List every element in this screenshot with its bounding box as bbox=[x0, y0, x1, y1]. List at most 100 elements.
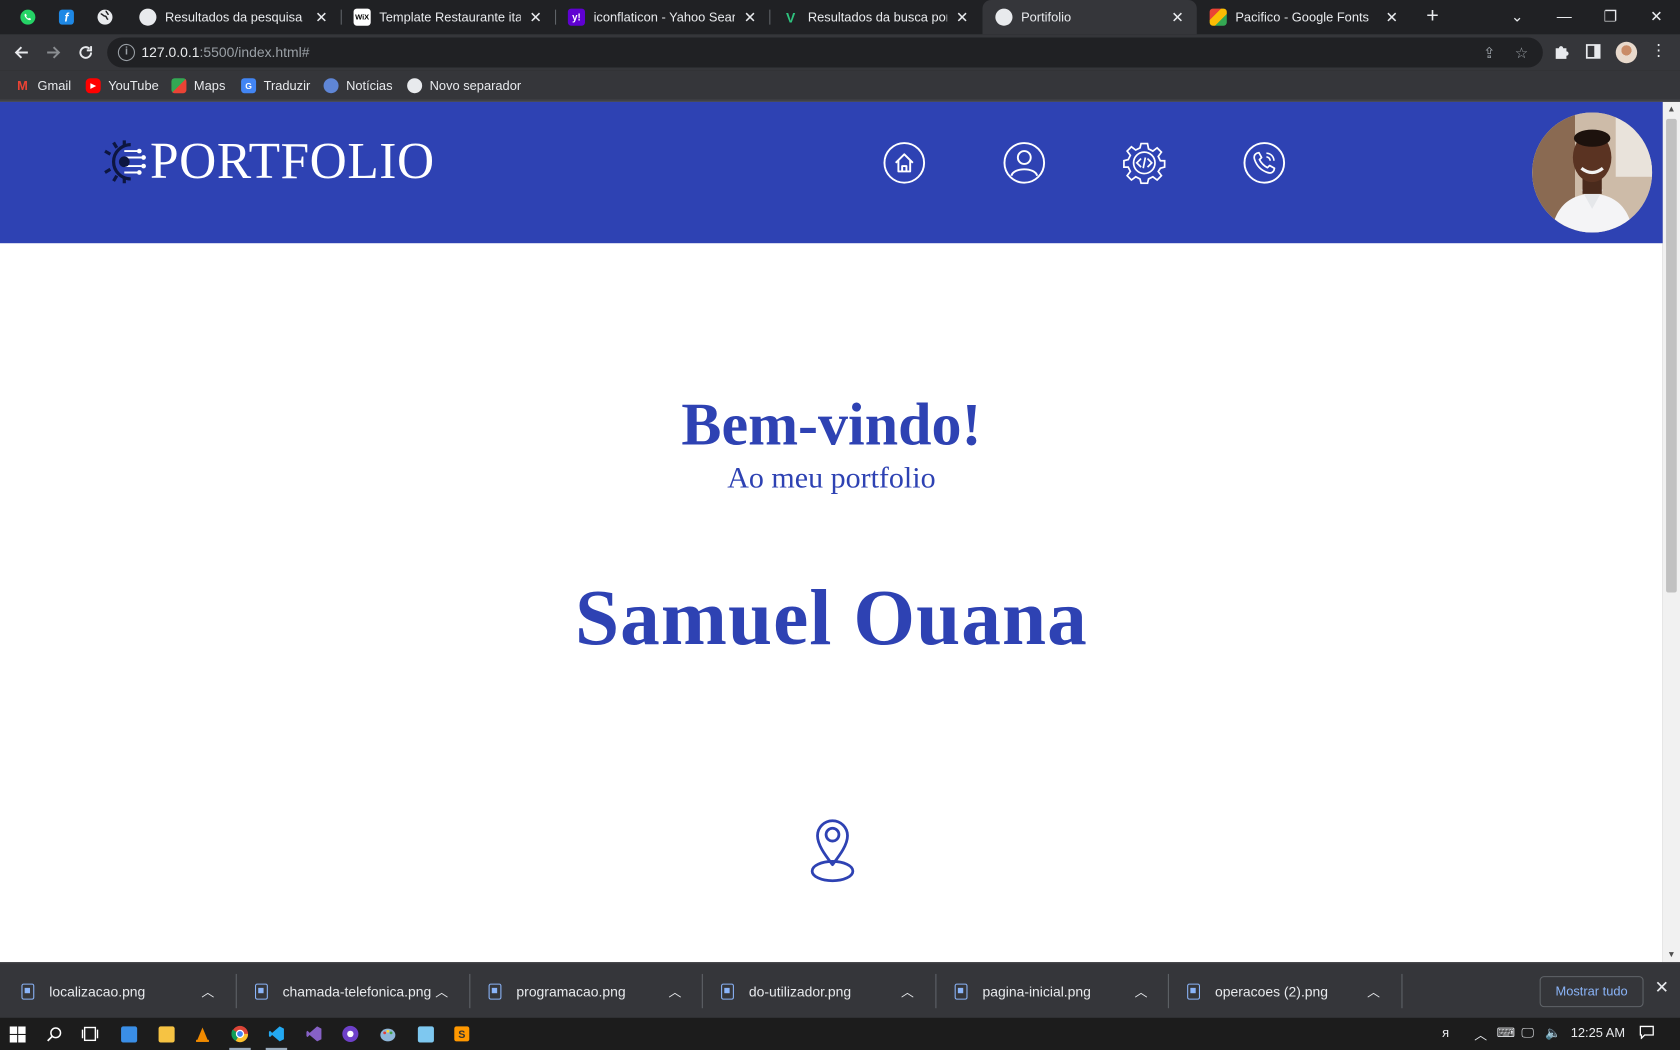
chevron-up-icon[interactable]: ︿ bbox=[197, 982, 218, 1000]
chevron-up-icon[interactable]: ︿ bbox=[1363, 982, 1384, 1000]
page-scrollbar[interactable]: ▲ ▼ bbox=[1662, 101, 1680, 963]
tab-yahoo-search[interactable]: y! iconflaticon - Yahoo Search ✕ bbox=[555, 0, 769, 34]
tab-vector-results[interactable]: V Resultados da busca por Ge ✕ bbox=[769, 0, 981, 34]
close-icon[interactable]: ✕ bbox=[1169, 8, 1186, 26]
windows-start-icon[interactable] bbox=[2, 1021, 32, 1047]
bookmark-label: Maps bbox=[193, 78, 226, 94]
volume-icon[interactable]: 🔈 bbox=[1545, 1025, 1561, 1040]
chrome-icon[interactable] bbox=[225, 1021, 255, 1050]
profile-photo[interactable] bbox=[1532, 112, 1653, 233]
welcome-subtitle: Ao meu portfolio bbox=[727, 461, 936, 496]
tab-search-chevron-icon[interactable]: ⌄ bbox=[1496, 0, 1539, 34]
clock-time[interactable]: 12:25 AM bbox=[1571, 1025, 1625, 1040]
scroll-up-arrow-icon[interactable]: ▲ bbox=[1663, 102, 1680, 117]
google-fonts-icon bbox=[1209, 8, 1227, 26]
show-hidden-icons-chevron-icon[interactable]: ︿ bbox=[1474, 1025, 1487, 1043]
bookmark-label: Novo separador bbox=[429, 78, 522, 94]
task-view-icon[interactable] bbox=[75, 1021, 105, 1047]
close-icon[interactable]: ✕ bbox=[313, 8, 330, 26]
pinned-tab-figma[interactable]: f bbox=[47, 0, 86, 34]
pinned-tab-whatsapp[interactable] bbox=[9, 0, 48, 34]
download-item[interactable]: programacao.png ︿ bbox=[467, 963, 701, 1019]
phone-icon[interactable] bbox=[1243, 141, 1286, 184]
scrollbar-thumb[interactable] bbox=[1666, 118, 1677, 593]
back-arrow-icon[interactable] bbox=[8, 39, 36, 67]
visual-studio-icon[interactable] bbox=[299, 1021, 329, 1047]
download-item[interactable]: chamada-telefonica.png ︿ bbox=[234, 963, 468, 1019]
reload-icon[interactable] bbox=[72, 39, 100, 67]
download-item[interactable]: localizacao.png ︿ bbox=[0, 963, 234, 1019]
browser-toolbar: i 127.0.0.1:5500/index.html# ⇪ ☆ ⋮ bbox=[0, 34, 1680, 71]
scroll-down-arrow-icon[interactable]: ▼ bbox=[1663, 947, 1680, 962]
chevron-up-icon[interactable]: ︿ bbox=[664, 982, 685, 1000]
url-text: 127.0.0.1:5500/index.html# bbox=[141, 43, 310, 61]
minimize-button[interactable]: — bbox=[1543, 0, 1586, 34]
close-icon[interactable]: ✕ bbox=[741, 8, 758, 26]
chevron-up-icon[interactable]: ︿ bbox=[897, 982, 918, 1000]
tab-strip: f Resultados da pesquisa para ✕ WiX Temp… bbox=[0, 0, 1680, 35]
show-all-button[interactable]: Mostrar tudo bbox=[1539, 976, 1644, 1008]
bookmark-novo-separador[interactable]: Novo separador bbox=[407, 76, 521, 95]
new-tab-button[interactable]: + bbox=[1421, 0, 1445, 34]
bookmark-label: Notícias bbox=[346, 78, 393, 94]
windows-taskbar: S ᴙ ︿ ⌨ 🖵 🔈 12:25 AM bbox=[0, 1017, 1680, 1050]
more-menu-icon[interactable]: ⋮ bbox=[1648, 41, 1669, 62]
bookmark-gmail[interactable]: M Gmail bbox=[15, 76, 71, 95]
notifications-icon[interactable] bbox=[1639, 1025, 1654, 1042]
home-icon[interactable] bbox=[883, 141, 926, 184]
code-gear-icon[interactable] bbox=[1123, 141, 1166, 185]
bookmark-traduzir[interactable]: G Traduzir bbox=[241, 76, 310, 95]
file-explorer-icon[interactable] bbox=[151, 1021, 181, 1047]
network-icon[interactable]: 🖵 bbox=[1521, 1025, 1533, 1041]
vlc-icon[interactable] bbox=[188, 1021, 218, 1047]
tab-portfolio[interactable]: Portifolio ✕ bbox=[982, 0, 1197, 35]
site-info-icon[interactable]: i bbox=[117, 43, 136, 62]
download-filename: programacao.png bbox=[516, 983, 626, 1000]
profile-avatar[interactable] bbox=[1615, 41, 1638, 64]
download-item[interactable]: pagina-inicial.png ︿ bbox=[933, 963, 1167, 1019]
share-icon[interactable]: ⇪ bbox=[1480, 43, 1499, 62]
close-icon[interactable]: ✕ bbox=[1383, 8, 1400, 26]
chevron-up-icon[interactable]: ︿ bbox=[1130, 982, 1151, 1000]
restore-button[interactable]: ❐ bbox=[1589, 0, 1632, 34]
paint-icon[interactable] bbox=[373, 1021, 403, 1047]
notepad-icon[interactable] bbox=[410, 1021, 440, 1047]
youtube-icon: ▶ bbox=[85, 78, 101, 94]
globe-icon bbox=[995, 8, 1013, 26]
side-panel-icon[interactable] bbox=[1583, 41, 1604, 62]
extensions-puzzle-icon[interactable] bbox=[1550, 41, 1571, 62]
site-brand[interactable]: PORTFOLIO bbox=[150, 132, 435, 191]
forward-arrow-icon[interactable] bbox=[40, 39, 68, 67]
close-icon[interactable]: ✕ bbox=[527, 8, 544, 26]
download-filename: do-utilizador.png bbox=[748, 983, 852, 1000]
bookmark-youtube[interactable]: ▶ YouTube bbox=[85, 76, 159, 95]
bookmark-maps[interactable]: Maps bbox=[171, 76, 225, 95]
input-method-icon[interactable]: ⌨ bbox=[1497, 1025, 1516, 1040]
chevron-up-icon[interactable]: ︿ bbox=[431, 982, 452, 1000]
close-downloads-icon[interactable]: ✕ bbox=[1651, 978, 1672, 999]
people-icon[interactable]: ᴙ bbox=[1442, 1025, 1449, 1040]
tab-wix-template[interactable]: WiX Template Restaurante italian ✕ bbox=[341, 0, 555, 34]
download-item[interactable]: operacoes (2).png ︿ bbox=[1166, 963, 1400, 1019]
pinned-tab-globe[interactable] bbox=[86, 0, 125, 34]
tab-google-fonts[interactable]: Pacifico - Google Fonts ✕ bbox=[1197, 0, 1411, 34]
bookmark-noticias[interactable]: Notícias bbox=[323, 76, 393, 95]
news-widget-icon[interactable] bbox=[114, 1021, 144, 1047]
tab-search-results[interactable]: Resultados da pesquisa para ✕ bbox=[126, 0, 340, 34]
wix-icon: WiX bbox=[353, 8, 371, 26]
sublime-text-icon[interactable]: S bbox=[447, 1021, 477, 1047]
news-icon bbox=[323, 78, 339, 94]
download-item[interactable]: do-utilizador.png ︿ bbox=[700, 963, 934, 1019]
github-desktop-icon[interactable] bbox=[335, 1021, 365, 1047]
close-window-button[interactable]: ✕ bbox=[1635, 0, 1678, 34]
address-bar[interactable]: i 127.0.0.1:5500/index.html# ⇪ ☆ bbox=[107, 37, 1543, 68]
download-filename: localizacao.png bbox=[49, 983, 146, 1000]
user-icon[interactable] bbox=[1003, 141, 1046, 184]
tech-gear-logo-icon[interactable] bbox=[99, 136, 148, 187]
bookmark-label: Gmail bbox=[37, 78, 72, 94]
vscode-icon[interactable] bbox=[261, 1021, 291, 1050]
bookmark-star-icon[interactable]: ☆ bbox=[1512, 43, 1531, 62]
site-header: PORTFOLIO bbox=[0, 101, 1663, 244]
close-icon[interactable]: ✕ bbox=[954, 8, 971, 26]
search-icon[interactable] bbox=[39, 1021, 69, 1047]
